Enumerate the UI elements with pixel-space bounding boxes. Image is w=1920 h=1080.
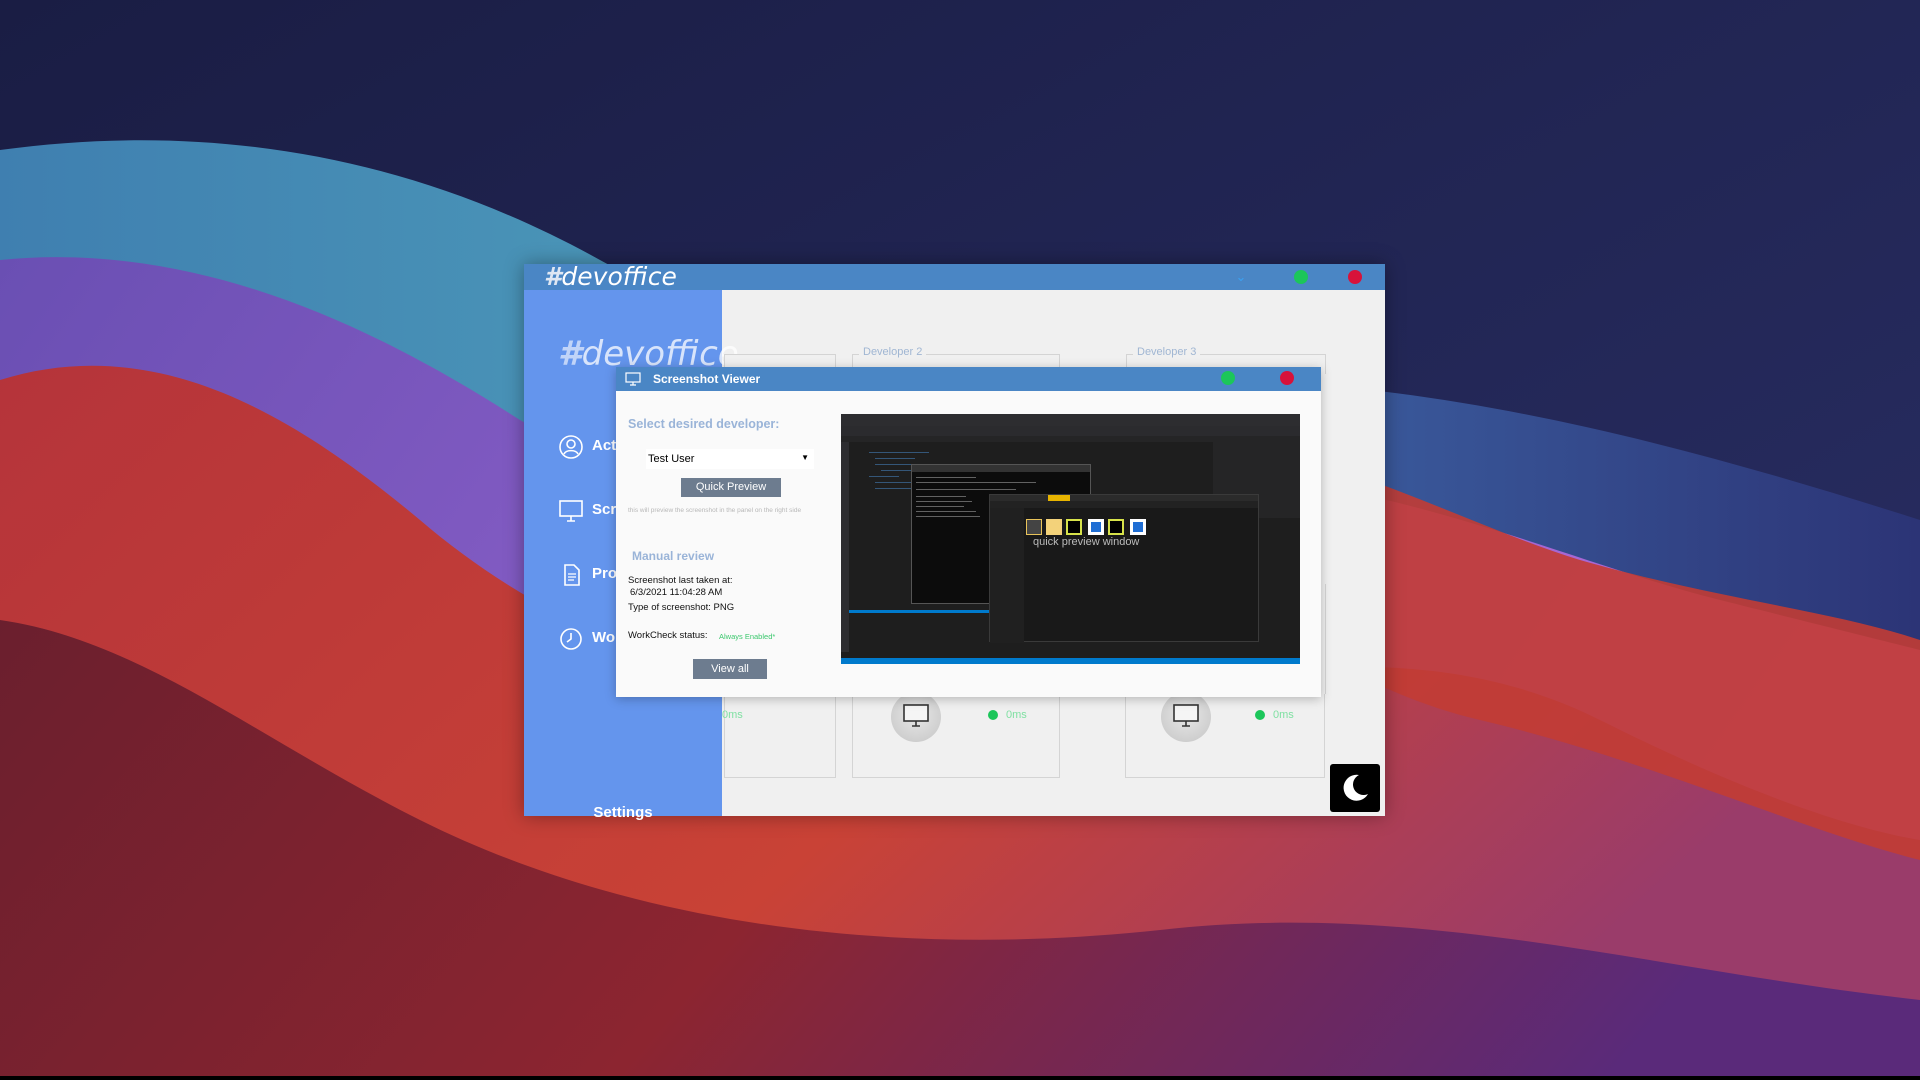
document-icon	[564, 564, 580, 586]
manual-review-label: Manual review	[632, 549, 715, 563]
last-taken-value: 6/3/2021 11:04:28 AM	[630, 587, 723, 598]
developer-panel-title: Developer 2	[859, 346, 927, 358]
preview-terminal-line	[916, 506, 964, 507]
developer-2-monitor-button[interactable]	[891, 692, 941, 742]
screenshot-preview[interactable]: quick preview window	[841, 414, 1300, 664]
folder-icon	[1026, 519, 1042, 535]
preview-file-explorer-ribbon	[990, 501, 1258, 508]
app-icon	[1130, 519, 1146, 535]
pycharm-icon	[1108, 519, 1124, 535]
monitor-icon	[559, 500, 583, 522]
view-all-button[interactable]: View all	[693, 659, 767, 679]
preview-hint: this will preview the screenshot in the …	[628, 507, 802, 514]
viewer-title: Screenshot Viewer	[653, 372, 761, 386]
ping-text: 0ms	[1273, 709, 1294, 721]
preview-statusbar	[841, 658, 1300, 664]
viewer-titlebar[interactable]: Screenshot Viewer	[616, 367, 1321, 391]
preview-terminal-line	[916, 477, 976, 478]
preview-code-line	[869, 476, 899, 477]
maximize-button[interactable]	[1294, 270, 1308, 284]
dropdown-arrow-icon: ▼	[801, 453, 809, 462]
select-developer-label: Select desired developer:	[628, 417, 780, 431]
pycharm-icon	[1066, 519, 1082, 535]
folder-icon	[1046, 519, 1062, 535]
preview-toolbar	[841, 426, 1300, 436]
user-circle-icon	[559, 435, 583, 459]
bottom-edge	[0, 1076, 1920, 1080]
status-dot	[1255, 710, 1265, 720]
preview-terminal-line	[916, 511, 976, 512]
preview-terminal-titlebar	[912, 465, 1090, 472]
app-logo: #devoffice	[544, 262, 677, 291]
monitor-icon	[1173, 704, 1199, 727]
preview-terminal-line	[916, 496, 966, 497]
app-icon	[1088, 519, 1104, 535]
preview-caption: quick preview window	[1033, 536, 1140, 548]
preview-left-bar	[841, 442, 849, 652]
last-taken-label: Screenshot last taken at:	[628, 575, 733, 586]
preview-code-line	[869, 452, 929, 453]
screenshot-viewer-dialog: Screenshot Viewer Select desired develop…	[616, 367, 1321, 697]
developer-panel-3-bottom	[1125, 694, 1325, 778]
ping-text: 0ms	[1006, 709, 1027, 721]
preview-terminal-line	[916, 489, 1016, 490]
sidebar-item-label: Scr	[592, 501, 617, 518]
viewer-maximize-button[interactable]	[1221, 371, 1235, 385]
monitor-icon	[625, 372, 641, 386]
app-titlebar[interactable]: #devoffice ⌄	[524, 264, 1385, 290]
settings-button[interactable]: Settings	[524, 804, 722, 821]
preview-terminal-line	[916, 501, 972, 502]
sidebar-item-label: Pro	[592, 565, 618, 582]
developer-select-value: Test User	[648, 453, 695, 465]
developer-panel-title: Developer 3	[1133, 346, 1201, 358]
developer-select[interactable]: Test User ▼	[646, 449, 814, 469]
viewer-close-button[interactable]	[1280, 371, 1294, 385]
preview-terminal-line	[916, 482, 1036, 483]
developer-panel-1-bottom	[724, 694, 836, 778]
close-button[interactable]	[1348, 270, 1362, 284]
preview-menubar	[841, 414, 1300, 426]
chevron-down-icon: ⌄	[1235, 269, 1247, 284]
developer-panel-2-bottom	[852, 694, 1060, 778]
workcheck-status: Always Enabled*	[719, 632, 776, 641]
preview-code-line	[875, 458, 915, 459]
preview-output-panel	[849, 610, 989, 652]
dark-mode-toggle[interactable]	[1330, 764, 1380, 812]
preview-code-line	[875, 488, 911, 489]
status-dot	[988, 710, 998, 720]
sidebar-item-label: Wo	[592, 629, 616, 646]
sidebar-item-label: Act	[592, 437, 617, 454]
moon-icon	[1343, 774, 1368, 801]
preview-file-explorer	[989, 494, 1259, 643]
quick-preview-button[interactable]: Quick Preview	[681, 478, 781, 497]
monitor-icon	[903, 704, 929, 727]
preview-terminal-line	[916, 516, 980, 517]
clock-icon	[560, 628, 582, 650]
preview-file-explorer-nav	[990, 508, 1024, 643]
minimize-button[interactable]: ⌄	[1234, 269, 1248, 285]
developer-3-monitor-button[interactable]	[1161, 692, 1211, 742]
workcheck-label: WorkCheck status:	[628, 630, 708, 641]
ping-text: 0ms	[722, 709, 743, 721]
screenshot-type: Type of screenshot: PNG	[628, 602, 735, 613]
